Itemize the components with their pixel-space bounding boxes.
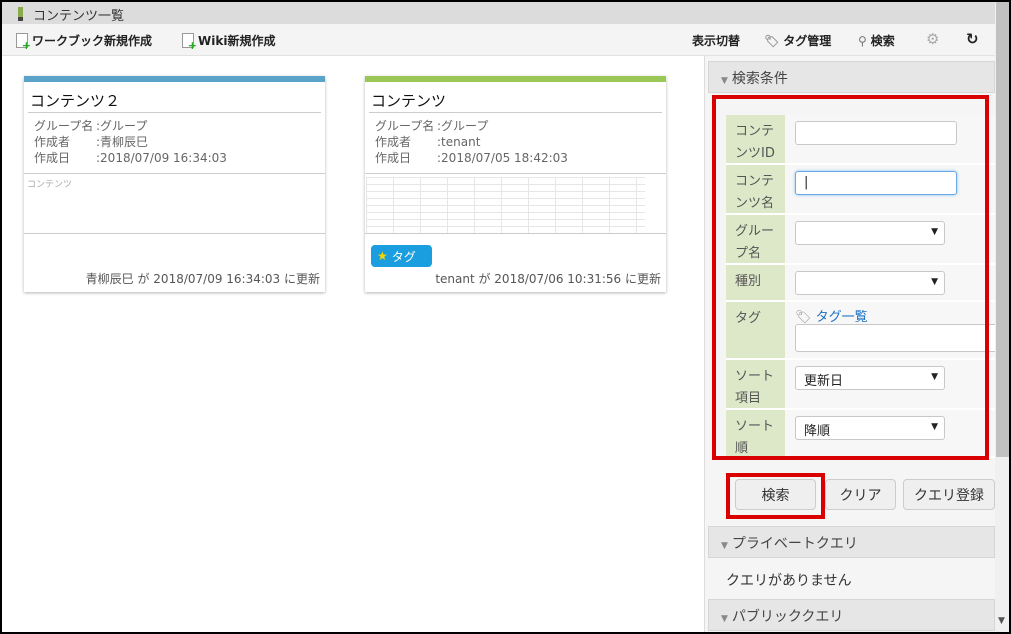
collapse-triangle-icon: ▼ bbox=[721, 541, 728, 551]
page-title: コンテンツ一覧 bbox=[33, 9, 125, 24]
author-value: 青柳辰巳 bbox=[100, 135, 149, 149]
save-query-button[interactable]: クエリ登録 bbox=[903, 479, 995, 510]
card-title[interactable]: コンテンツ bbox=[371, 90, 446, 111]
card-preview[interactable]: コンテンツ bbox=[24, 173, 325, 234]
tag-manage-button[interactable]: 🏷 タグ管理 bbox=[764, 32, 831, 49]
card-meta: グループ名: グループ 作成者: tenant 作成日:2018/07/05 18:… bbox=[375, 119, 568, 165]
highlight-box bbox=[726, 473, 825, 519]
new-wiki-button[interactable]: Wiki新規作成 bbox=[182, 32, 276, 52]
content-card[interactable]: コンテンツ２ グループ名: グループ 作成者: 青柳辰巳 作成日:2018/07/0… bbox=[24, 76, 325, 292]
card-title[interactable]: コンテンツ２ bbox=[30, 90, 120, 111]
group-label: グループ名 bbox=[34, 119, 94, 133]
gear-icon[interactable]: ⚙ bbox=[926, 30, 939, 48]
new-document-icon bbox=[182, 33, 197, 52]
scrollbar-thumb[interactable] bbox=[996, 2, 1009, 457]
content-card[interactable]: コンテンツ グループ名: グループ 作成者: tenant 作成日:2018/07/… bbox=[365, 76, 666, 292]
divider bbox=[369, 112, 662, 113]
search-icon: ⚲ bbox=[858, 33, 867, 48]
new-workbook-label: ワークブック新規作成 bbox=[32, 34, 153, 48]
created-value: 2018/07/09 16:34:03 bbox=[100, 151, 227, 165]
window: コンテンツ一覧 ワークブック新規作成 Wiki新規作成 表示切替 🏷タグ管理 ⚲… bbox=[0, 0, 1011, 634]
title-mark-icon bbox=[18, 7, 23, 21]
created-label: 作成日 bbox=[375, 151, 412, 165]
view-toggle-label: 表示切替 bbox=[692, 34, 741, 48]
tag-label: タグ bbox=[391, 249, 416, 264]
search-button[interactable]: ⚲ 検索 bbox=[858, 32, 895, 49]
card-meta: グループ名: グループ 作成者: 青柳辰巳 作成日:2018/07/09 16:34… bbox=[34, 119, 227, 165]
public-query-header[interactable]: ▼ パブリッククエリ bbox=[708, 599, 995, 631]
created-label: 作成日 bbox=[34, 151, 71, 165]
author-label: 作成者 bbox=[375, 135, 412, 149]
no-query-text: クエリがありません bbox=[726, 573, 852, 589]
preview-text: コンテンツ bbox=[27, 180, 73, 190]
collapse-triangle-icon: ▼ bbox=[721, 76, 728, 86]
title-bar: コンテンツ一覧 bbox=[2, 2, 995, 24]
search-conditions-header[interactable]: ▼ 検索条件 bbox=[708, 61, 995, 93]
new-document-icon bbox=[16, 33, 31, 52]
search-label: 検索 bbox=[870, 34, 895, 48]
card-updated: tenant が 2018/07/06 10:31:56 に更新 bbox=[435, 272, 661, 286]
scroll-down-arrow-icon[interactable]: ▼ bbox=[998, 616, 1005, 626]
author-value: tenant bbox=[441, 135, 481, 149]
card-preview[interactable] bbox=[365, 173, 666, 234]
divider bbox=[28, 112, 321, 113]
star-icon: ★ bbox=[377, 249, 388, 263]
new-workbook-button[interactable]: ワークブック新規作成 bbox=[16, 32, 153, 52]
private-query-header[interactable]: ▼ プライベートクエリ bbox=[708, 526, 995, 558]
group-label: グループ名 bbox=[375, 119, 435, 133]
group-value: グループ bbox=[100, 119, 148, 133]
tag-icon: 🏷 bbox=[764, 33, 780, 48]
section-title: パブリッククエリ bbox=[731, 609, 844, 625]
toolbar: ワークブック新規作成 Wiki新規作成 表示切替 🏷タグ管理 ⚲検索 ⚙ ↻ bbox=[2, 24, 995, 56]
highlight-box bbox=[712, 95, 989, 460]
refresh-icon[interactable]: ↻ bbox=[966, 30, 979, 48]
tag-manage-label: タグ管理 bbox=[783, 34, 832, 48]
group-value: グループ bbox=[441, 119, 489, 133]
collapse-triangle-icon: ▼ bbox=[721, 614, 728, 624]
author-label: 作成者 bbox=[34, 135, 71, 149]
card-updated: 青柳辰巳 が 2018/07/09 16:34:03 に更新 bbox=[85, 272, 320, 286]
tag-badge[interactable]: ★ タグ bbox=[371, 245, 432, 267]
created-value: 2018/07/05 18:42:03 bbox=[441, 151, 568, 165]
view-toggle-button[interactable]: 表示切替 bbox=[692, 32, 740, 49]
new-wiki-label: Wiki新規作成 bbox=[198, 34, 276, 48]
clear-button[interactable]: クリア bbox=[825, 479, 896, 510]
section-title: 検索条件 bbox=[731, 71, 788, 87]
section-title: プライベートクエリ bbox=[731, 536, 858, 552]
spreadsheet-thumbnail bbox=[366, 177, 645, 233]
